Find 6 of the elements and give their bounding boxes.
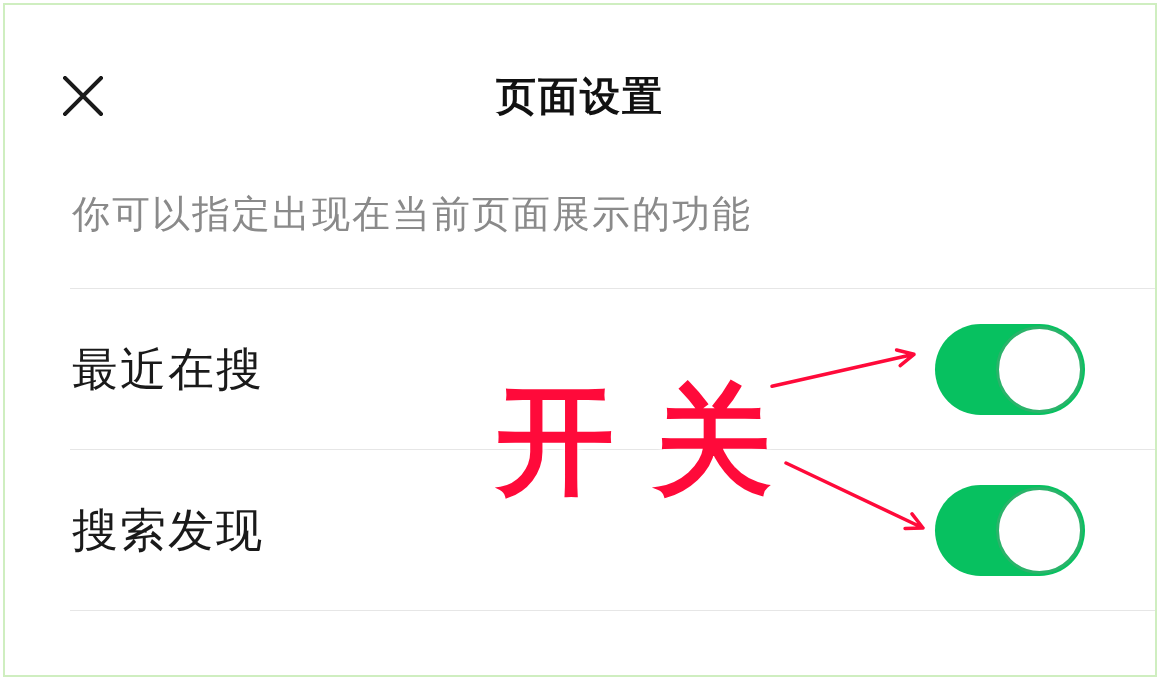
setting-label: 搜索发现 — [72, 502, 264, 558]
annotation-label: 开关 — [496, 378, 770, 502]
setting-label: 最近在搜 — [72, 341, 264, 397]
description-text: 你可以指定出现在当前页面展示的功能 — [72, 191, 752, 238]
page-title: 页面设置 — [496, 72, 664, 120]
close-icon[interactable] — [63, 76, 103, 116]
